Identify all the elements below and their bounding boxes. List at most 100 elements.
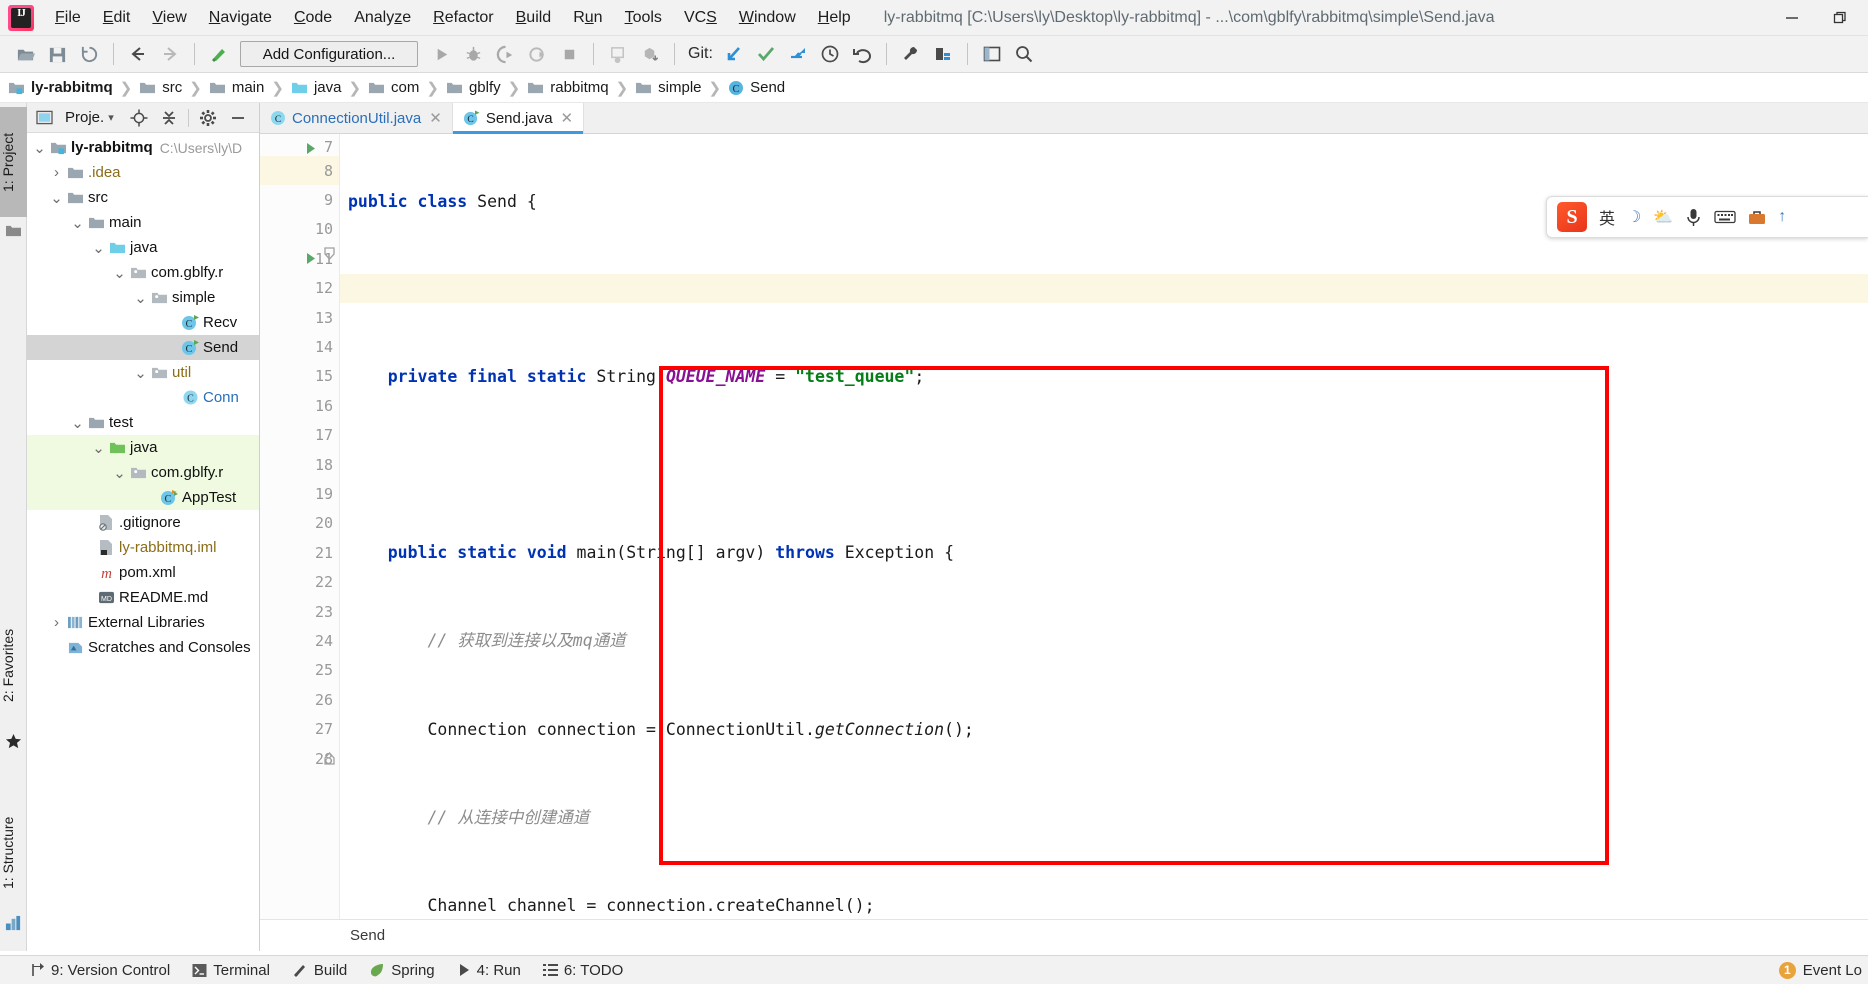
- toolbox-icon[interactable]: [1748, 209, 1766, 226]
- deploy-icon[interactable]: [635, 40, 665, 68]
- project-panel-title[interactable]: Proje.: [65, 109, 104, 126]
- update-running-app-icon[interactable]: [603, 40, 633, 68]
- menu-help[interactable]: Help: [807, 4, 862, 32]
- chevron-down-icon[interactable]: ⌄: [132, 364, 149, 382]
- tree-row[interactable]: ⌄ com.gblfy.r: [27, 260, 259, 285]
- chevron-down-icon[interactable]: ⌄: [90, 239, 107, 257]
- rail-tab-favorites[interactable]: 2: Favorites: [0, 603, 27, 728]
- status-item-version-control[interactable]: 9: Version Control: [30, 962, 170, 979]
- tree-row[interactable]: C Recv: [27, 310, 259, 335]
- menu-tools[interactable]: Tools: [614, 4, 673, 32]
- tree-row[interactable]: › External Libraries: [27, 610, 259, 635]
- close-icon[interactable]: ✕: [429, 109, 442, 127]
- plugins-icon[interactable]: [928, 40, 958, 68]
- breadcrumb-item-src[interactable]: src: [139, 79, 182, 96]
- open-folder-icon[interactable]: [10, 40, 40, 68]
- rail-tab-structure[interactable]: 1: Structure: [0, 793, 27, 913]
- status-item-spring[interactable]: Spring: [369, 962, 435, 979]
- fold-region-icon[interactable]: [324, 246, 338, 272]
- tree-row[interactable]: C AppTest: [27, 485, 259, 510]
- chevron-down-icon[interactable]: ⌄: [132, 289, 149, 307]
- back-icon[interactable]: [123, 40, 153, 68]
- make-project-icon[interactable]: [204, 40, 234, 68]
- fold-end-icon[interactable]: [324, 751, 338, 766]
- chevron-right-icon[interactable]: ›: [48, 164, 65, 181]
- chevron-down-icon[interactable]: ⌄: [90, 439, 107, 457]
- chevron-down-icon[interactable]: ⌄: [111, 464, 128, 482]
- tree-row[interactable]: ⌄ com.gblfy.r: [27, 460, 259, 485]
- tree-row[interactable]: ⌄ main: [27, 210, 259, 235]
- tree-row[interactable]: ⌄ ly-rabbitmq C:\Users\ly\D: [27, 135, 259, 160]
- breadcrumb-item-main[interactable]: main: [209, 79, 264, 96]
- hide-panel-icon[interactable]: [225, 106, 251, 130]
- minimize-button[interactable]: [1770, 3, 1814, 33]
- run-icon[interactable]: [426, 40, 456, 68]
- tree-row[interactable]: ⌄ java: [27, 435, 259, 460]
- collapse-all-icon[interactable]: [156, 106, 182, 130]
- sogou-logo-icon[interactable]: S: [1557, 202, 1587, 232]
- weather-icon[interactable]: ⛅: [1653, 207, 1673, 227]
- status-item-run[interactable]: 4: Run: [457, 962, 521, 979]
- git-push-icon[interactable]: [783, 40, 813, 68]
- tab-send-java[interactable]: C Send.java ✕: [452, 103, 585, 134]
- tree-row[interactable]: ⌄ test: [27, 410, 259, 435]
- event-log-badge[interactable]: 1: [1778, 961, 1796, 979]
- breadcrumb-item-ly-rabbitmq[interactable]: ly-rabbitmq: [8, 79, 113, 96]
- event-log-label[interactable]: Event Lo: [1803, 962, 1862, 979]
- tree-row[interactable]: › .idea: [27, 160, 259, 185]
- menu-edit[interactable]: Edit: [92, 4, 142, 32]
- tree-row[interactable]: ⌄ java: [27, 235, 259, 260]
- menu-run[interactable]: Run: [562, 4, 613, 32]
- menu-view[interactable]: View: [141, 4, 197, 32]
- chevron-down-icon[interactable]: ⌄: [69, 214, 86, 232]
- tab-connectionutil-java[interactable]: C ConnectionUtil.java ✕: [260, 103, 453, 133]
- menu-window[interactable]: Window: [728, 4, 807, 32]
- editor-gutter[interactable]: 7 8 9 10 11 12 13 14 15 16 17 18 19 20 2…: [260, 134, 340, 919]
- search-everywhere-icon[interactable]: [1009, 40, 1039, 68]
- menu-build[interactable]: Build: [505, 4, 563, 32]
- breadcrumb-item-gblfy[interactable]: gblfy: [446, 79, 501, 96]
- history-icon[interactable]: [815, 40, 845, 68]
- close-icon[interactable]: ✕: [561, 109, 574, 127]
- maximize-button[interactable]: [1818, 3, 1862, 33]
- forward-icon[interactable]: [155, 40, 185, 68]
- tree-row[interactable]: ⌄ simple: [27, 285, 259, 310]
- run-configuration-selector[interactable]: Add Configuration...: [240, 41, 418, 67]
- stop-icon[interactable]: [554, 40, 584, 68]
- menu-vcs[interactable]: VCS: [673, 4, 728, 32]
- rail-tab-project[interactable]: 1: Project: [0, 107, 27, 217]
- gear-icon[interactable]: [195, 106, 221, 130]
- project-panel-caret-icon[interactable]: ▾: [108, 111, 114, 124]
- expand-icon[interactable]: ↑: [1778, 208, 1786, 226]
- rollback-icon[interactable]: [847, 40, 877, 68]
- menu-code[interactable]: Code: [283, 4, 343, 32]
- settings-wrench-icon[interactable]: [896, 40, 926, 68]
- status-item-terminal[interactable]: Terminal: [192, 962, 270, 979]
- tree-row-send-selected[interactable]: C Send: [27, 335, 259, 360]
- keyboard-icon[interactable]: [1714, 209, 1736, 225]
- menu-file[interactable]: File: [44, 4, 92, 32]
- code-viewport[interactable]: 7 8 9 10 11 12 13 14 15 16 17 18 19 20 2…: [260, 134, 1868, 919]
- git-commit-icon[interactable]: [751, 40, 781, 68]
- run-gutter-icon[interactable]: [302, 252, 318, 265]
- breadcrumb-item-send[interactable]: C Send: [728, 79, 785, 96]
- run-gutter-icon[interactable]: [302, 142, 318, 155]
- breadcrumb-item-rabbitmq[interactable]: rabbitmq: [527, 79, 609, 96]
- menu-analyze[interactable]: Analyze: [343, 4, 422, 32]
- menu-refactor[interactable]: Refactor: [422, 4, 504, 32]
- debug-icon[interactable]: [458, 40, 488, 68]
- tree-row[interactable]: ⌄ src: [27, 185, 259, 210]
- tree-row[interactable]: ly-rabbitmq.iml: [27, 535, 259, 560]
- run-with-coverage-icon[interactable]: [490, 40, 520, 68]
- status-item-todo[interactable]: 6: TODO: [542, 962, 623, 979]
- profile-icon[interactable]: [522, 40, 552, 68]
- tree-row[interactable]: .gitignore: [27, 510, 259, 535]
- sync-icon[interactable]: [74, 40, 104, 68]
- code-text[interactable]: public class Send { private final static…: [340, 134, 1868, 919]
- chevron-down-icon[interactable]: ⌄: [69, 414, 86, 432]
- breadcrumb-item-java[interactable]: java: [291, 79, 341, 96]
- project-structure-icon[interactable]: [977, 40, 1007, 68]
- save-all-icon[interactable]: [42, 40, 72, 68]
- breadcrumb-item-simple[interactable]: simple: [635, 79, 702, 96]
- tree-row[interactable]: C Conn: [27, 385, 259, 410]
